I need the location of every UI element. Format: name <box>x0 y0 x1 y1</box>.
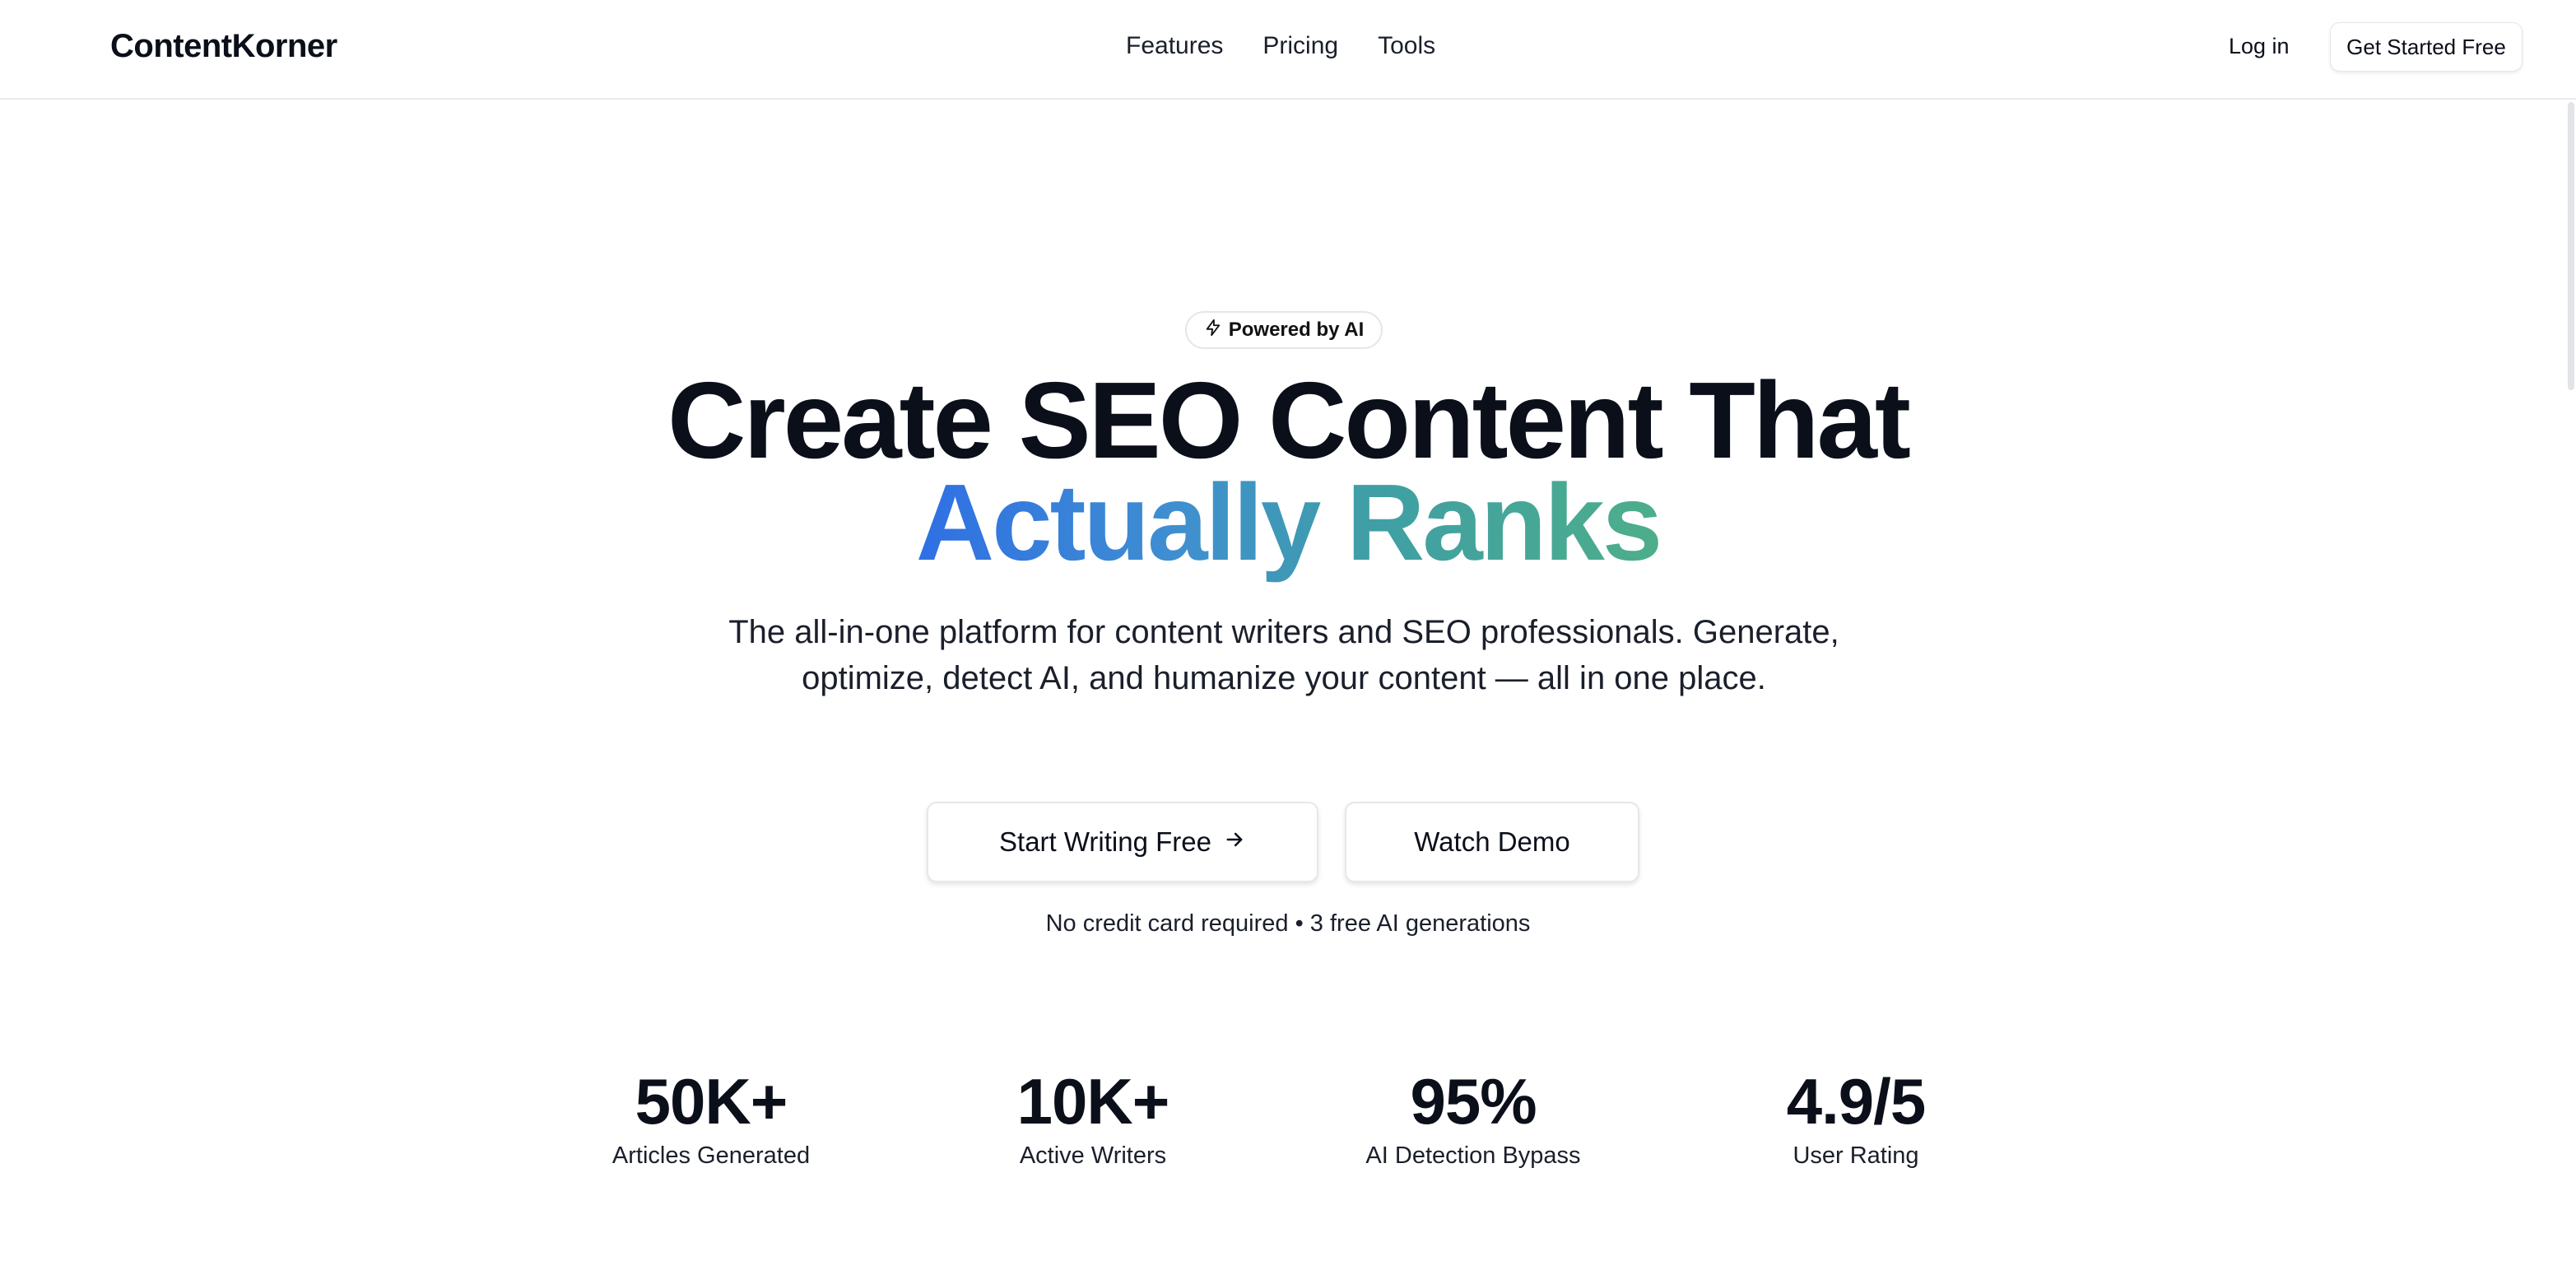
stat-rating: 4.9/5 User Rating <box>1708 1062 2004 1172</box>
stat-writers: 10K+ Active Writers <box>945 1062 1241 1172</box>
stat-value: 10K+ <box>1016 1065 1170 1138</box>
stat-value: 4.9/5 <box>1786 1065 1926 1138</box>
gradient-headline-text: Actually Ranks <box>915 462 1662 583</box>
main-nav: Features Pricing Tools <box>1126 28 1435 64</box>
stat-label: Articles Generated <box>611 1142 811 1169</box>
badge-label: Powered by AI <box>1228 319 1365 341</box>
stat-label: Active Writers <box>1019 1142 1167 1169</box>
hero-headline: Create SEO Content That <box>667 360 1911 481</box>
brand-logo[interactable]: ContentKorner <box>110 25 337 67</box>
stat-label: AI Detection Bypass <box>1365 1142 1581 1169</box>
arrow-right-icon <box>1223 826 1246 858</box>
start-writing-button[interactable]: Start Writing Free <box>927 802 1318 882</box>
hero-subtitle: The all-in-one platform for content writ… <box>728 614 1839 696</box>
hero-headline-gradient: Actually Ranks <box>0 468 2576 577</box>
stat-label: User Rating <box>1793 1142 1919 1169</box>
watch-demo-button[interactable]: Watch Demo <box>1345 802 1639 882</box>
watch-demo-label: Watch Demo <box>1414 826 1570 857</box>
landing-page: ContentKorner Features Pricing Tools Log… <box>0 0 2576 1261</box>
nav-features[interactable]: Features <box>1126 28 1223 64</box>
stat-value: 50K+ <box>635 1065 788 1138</box>
signup-note: No credit card required • 3 free AI gene… <box>1045 910 1531 937</box>
start-writing-label: Start Writing Free <box>999 826 1211 857</box>
page-scrollbar[interactable] <box>2568 102 2574 390</box>
get-started-button[interactable]: Get Started Free <box>2330 22 2523 72</box>
top-navigation-bar: ContentKorner Features Pricing Tools Log… <box>0 0 2576 100</box>
nav-pricing[interactable]: Pricing <box>1262 28 1338 64</box>
powered-by-ai-badge: Powered by AI <box>1185 311 1383 349</box>
lightning-icon <box>1204 319 1222 342</box>
login-link[interactable]: Log in <box>2229 28 2290 64</box>
stat-articles: 50K+ Articles Generated <box>563 1062 859 1172</box>
stat-value: 95% <box>1410 1065 1537 1138</box>
stat-detection: 95% AI Detection Bypass <box>1325 1062 1621 1172</box>
nav-tools[interactable]: Tools <box>1378 28 1435 64</box>
